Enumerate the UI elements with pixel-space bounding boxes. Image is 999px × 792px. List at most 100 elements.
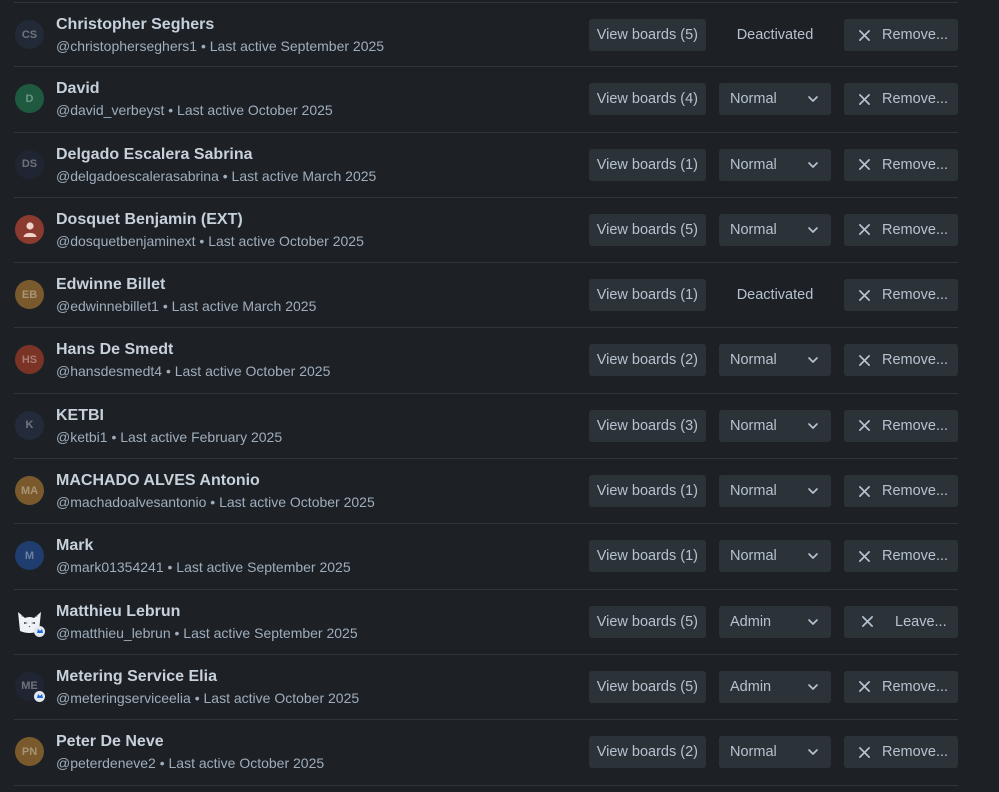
close-icon [859, 93, 870, 105]
member-row: Matthieu Lebrun @matthieu_lebrun • Last … [14, 590, 958, 655]
remove-button[interactable]: Remove... [844, 83, 958, 116]
member-meta: @david_verbeyst • Last active October 20… [56, 102, 333, 119]
chevron-down-icon [808, 357, 818, 364]
avatar: DS [15, 149, 44, 179]
member-row: Dosquet Benjamin (EXT) @dosquetbenjamine… [14, 198, 958, 264]
role-select[interactable]: Normal [719, 148, 831, 181]
view-boards-button[interactable]: View boards (1) [588, 540, 706, 573]
avatar: CS [15, 20, 44, 49]
role-select[interactable]: Admin [719, 670, 831, 703]
remove-label: Remove... [882, 744, 949, 761]
view-boards-button[interactable]: View boards (4) [588, 83, 706, 116]
remove-button[interactable]: Remove... [844, 475, 958, 508]
member-row: ME Metering Service Elia @meteringservic… [14, 655, 958, 721]
avatar [15, 214, 44, 244]
chevron-down-icon [808, 618, 818, 625]
view-boards-button[interactable]: View boards (1) [588, 475, 706, 508]
role-select[interactable]: Normal [719, 475, 831, 508]
role-select-value: Normal [730, 483, 777, 500]
role-select-value: Normal [730, 221, 777, 238]
member-row: CS Christopher Seghers @christopherseghe… [14, 2, 958, 68]
member-name: David [56, 80, 100, 98]
avatar: HS [15, 345, 44, 375]
member-meta: @dosquetbenjaminext • Last active Octobe… [56, 232, 364, 249]
member-meta: @christopherseghers1 • Last active Septe… [56, 38, 385, 54]
member-meta: @meteringserviceelia • Last active Octob… [56, 689, 360, 706]
member-name: KETBI [56, 406, 104, 424]
view-boards-button[interactable]: View boards (2) [588, 736, 706, 769]
view-boards-button[interactable]: View boards (1) [588, 279, 706, 312]
role-select[interactable]: Normal [719, 344, 831, 377]
view-boards-button[interactable]: View boards (5) [588, 605, 706, 638]
role-select-value: Normal [730, 156, 777, 173]
avatar: M [15, 541, 44, 571]
member-name: Mark [56, 537, 94, 555]
close-icon [862, 616, 873, 628]
remove-button[interactable]: Remove... [844, 540, 958, 573]
remove-button[interactable]: Remove... [844, 148, 958, 181]
view-boards-button[interactable]: View boards (1) [588, 148, 706, 181]
avatar-initials: HS [21, 353, 38, 366]
close-icon [859, 29, 870, 41]
avatar [15, 606, 45, 637]
remove-label: Remove... [882, 678, 949, 695]
member-row: HS Hans De Smedt @hansdesmedt4 • Last ac… [14, 328, 958, 394]
chevron-down-icon [808, 227, 818, 233]
role-select[interactable]: Admin [719, 605, 831, 638]
person-icon [23, 222, 36, 238]
remove-button[interactable]: Remove... [844, 213, 958, 246]
leave-label: Leave... [895, 613, 947, 630]
role-select-value: Normal [730, 417, 777, 434]
chevron-down-icon [808, 161, 818, 168]
member-meta: @mark01354241 • Last active September 20… [56, 559, 351, 576]
member-name: Christopher Seghers [56, 16, 215, 33]
view-boards-button[interactable]: View boards (2) [588, 344, 706, 377]
chevron-down-icon [808, 553, 818, 560]
close-icon [859, 289, 870, 301]
avatar-initials: PN [21, 745, 38, 758]
role-select[interactable]: Normal [719, 83, 831, 116]
role-select[interactable]: Normal [719, 736, 831, 769]
remove-label: Remove... [882, 352, 949, 369]
view-boards-button[interactable]: View boards (3) [588, 409, 706, 442]
view-boards-button[interactable]: View boards (5) [588, 213, 706, 246]
avatar-initials: M [24, 549, 35, 562]
view-boards-button[interactable]: View boards (5) [588, 670, 706, 703]
remove-button[interactable]: Remove... [844, 736, 958, 769]
leave-button[interactable]: Leave... [844, 605, 958, 638]
close-icon [859, 746, 870, 758]
remove-label: Remove... [882, 221, 949, 238]
role-select-value: Normal [730, 91, 777, 108]
member-meta: @peterdeneve2 • Last active October 2025 [56, 755, 325, 772]
member-meta: @machadoalvesantonio • Last active Octob… [56, 494, 375, 511]
member-name: Delgado Escalera Sabrina [56, 145, 253, 163]
chevron-down-icon [808, 684, 818, 690]
avatar-initials: CS [21, 28, 38, 41]
role-select[interactable]: Normal [719, 409, 831, 442]
remove-button[interactable]: Remove... [844, 409, 958, 442]
remove-button[interactable]: Remove... [844, 279, 958, 312]
remove-label: Remove... [882, 483, 949, 500]
role-select-value: Admin [730, 678, 772, 695]
remove-button[interactable]: Remove... [844, 344, 958, 377]
member-meta: @delgadoescalerasabrina • Last active Ma… [56, 167, 377, 184]
avatar: K [15, 410, 44, 440]
view-boards-button[interactable]: View boards (5) [588, 19, 706, 51]
role-select[interactable]: Normal [719, 213, 831, 246]
avatar-initials: ME [21, 680, 38, 693]
close-icon [859, 420, 870, 432]
remove-button[interactable]: Remove... [844, 19, 958, 51]
avatar: PN [15, 737, 44, 767]
chevron-down-icon [808, 488, 818, 494]
avatar: D [15, 84, 44, 114]
close-icon [859, 159, 870, 171]
role-select-value: Normal [730, 352, 777, 369]
remove-label: Remove... [882, 548, 949, 565]
role-select[interactable]: Normal [719, 540, 831, 573]
member-name: MACHADO ALVES Antonio [56, 472, 260, 490]
avatar-initials: EB [21, 288, 38, 301]
member-row: EB Edwinne Billet @edwinnebillet1 • Last… [14, 263, 958, 329]
member-name: Metering Service Elia [56, 667, 217, 685]
role-status: Deactivated [736, 27, 814, 43]
remove-button[interactable]: Remove... [844, 670, 958, 703]
